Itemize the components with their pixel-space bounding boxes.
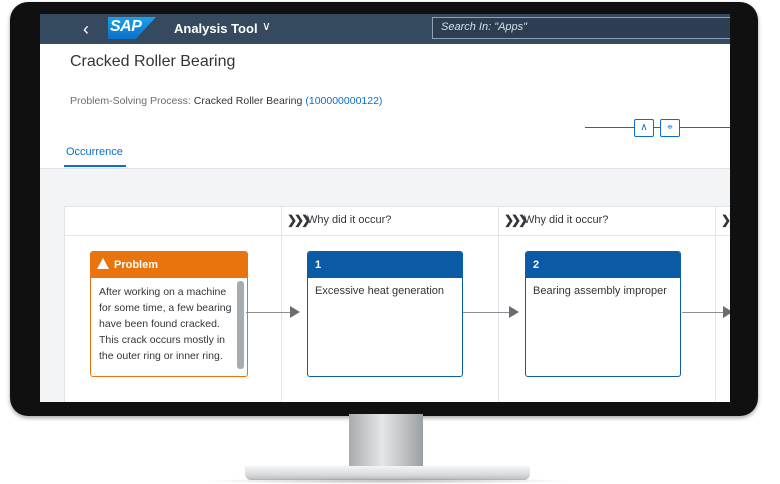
connector-line (463, 312, 509, 313)
column-divider (498, 207, 499, 402)
chevron-down-icon[interactable]: ∨ (262, 19, 271, 33)
problem-card-header: ! Problem (91, 252, 247, 278)
cause-text: Excessive heat generation (315, 285, 445, 297)
search-input[interactable]: Search In: "Apps" (432, 17, 730, 39)
cause-number: 1 (308, 252, 462, 278)
analysis-board: ❯❯❯ Why did it occur? ❯❯❯ Why did it occ… (64, 206, 730, 402)
page-title: Cracked Roller Bearing (70, 53, 236, 70)
cause-card-1[interactable]: 1 Excessive heat generation (307, 251, 463, 377)
column-divider (281, 207, 282, 402)
chevrons-right-icon: ❯❯❯ (504, 213, 528, 227)
process-id-link[interactable]: (100000000122) (305, 95, 382, 107)
problem-card-scrollbar[interactable] (237, 281, 244, 369)
pin-icon: ⌖ (667, 122, 673, 133)
column-header-why-2: ❯❯❯ Why did it occur? (498, 207, 715, 236)
problem-description: After working on a machine for some time… (99, 286, 232, 362)
column-header-why-1: ❯❯❯ Why did it occur? (281, 207, 498, 236)
connector-line (682, 312, 724, 313)
header-divider (585, 127, 730, 128)
warning-icon: ! (97, 258, 109, 277)
monitor-screen: ‹ SAP Analysis Tool ∨ Search In: "Apps" … (40, 14, 730, 402)
column-divider (715, 207, 716, 402)
connector-line (246, 312, 290, 313)
monitor-stand-neck (349, 414, 423, 466)
collapse-header-button[interactable]: ∧ (634, 119, 654, 137)
cause-number: 2 (526, 252, 680, 278)
process-info: Problem-Solving Process: Cracked Roller B… (70, 95, 382, 107)
search-placeholder: Search In: "Apps" (441, 21, 528, 33)
arrow-right-icon (290, 306, 300, 318)
problem-card[interactable]: ! Problem After working on a machine for … (90, 251, 248, 377)
arrow-right-icon (723, 306, 730, 318)
chevron-up-icon: ∧ (640, 122, 648, 133)
chevrons-right-icon: ❯❯❯ (721, 213, 730, 227)
process-label: Problem-Solving Process: (70, 95, 191, 107)
app-title[interactable]: Analysis Tool (174, 21, 258, 36)
chevrons-right-icon: ❯❯❯ (287, 213, 311, 227)
object-header: Cracked Roller Bearing Problem-Solving P… (40, 44, 730, 169)
stand-shadow (200, 478, 575, 484)
chevron-left-icon: ‹ (83, 19, 89, 39)
arrow-right-icon (509, 306, 519, 318)
process-name: Cracked Roller Bearing (193, 95, 303, 107)
column-header-blank (65, 207, 281, 236)
back-button[interactable]: ‹ (78, 20, 94, 38)
cause-card-2[interactable]: 2 Bearing assembly improper (525, 251, 681, 377)
cause-text: Bearing assembly improper (533, 285, 667, 297)
shell-bar: ‹ SAP Analysis Tool ∨ Search In: "Apps" (40, 14, 730, 44)
tab-occurrence[interactable]: Occurrence (66, 146, 123, 158)
pin-header-button[interactable]: ⌖ (660, 119, 680, 137)
column-header-next: ❯❯❯ (715, 207, 730, 236)
tab-selected-indicator (64, 165, 126, 167)
sap-logo[interactable]: SAP (108, 17, 156, 39)
